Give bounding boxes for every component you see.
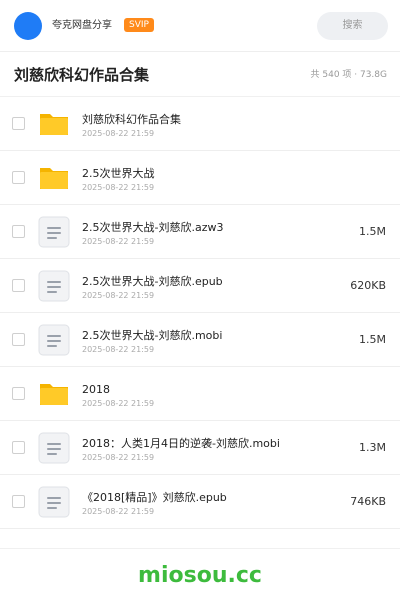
folder-row[interactable]: 2.5次世界大战 2025-08-22 21:59 [0, 151, 400, 205]
file-name: 2.5次世界大战-刘慈欣.epub [82, 275, 223, 288]
file-row[interactable]: 2.5次世界大战-刘慈欣.mobi 2025-08-22 21:59 1.5M [0, 313, 400, 367]
file-row[interactable]: 《2018[精品]》刘慈欣.epub 2025-08-22 21:59 746KB [0, 475, 400, 529]
page-title: 刘慈欣科幻作品合集 [14, 66, 150, 84]
row-checkbox[interactable] [12, 495, 25, 508]
file-name: 2.5次世界大战-刘慈欣.azw3 [82, 221, 224, 234]
search-button[interactable]: 搜索 [317, 12, 388, 40]
avatar[interactable] [14, 12, 42, 40]
document-icon [38, 216, 70, 248]
folder-row[interactable]: 刘慈欣科幻作品合集 2025-08-22 21:59 [0, 97, 400, 151]
file-date: 2025-08-22 21:59 [82, 237, 155, 246]
row-checkbox[interactable] [12, 441, 25, 454]
row-checkbox[interactable] [12, 117, 25, 130]
file-date: 2025-08-22 21:59 [82, 507, 155, 516]
top-bar: 夸克网盘分享 SVIP 搜索 [0, 0, 400, 52]
row-checkbox[interactable] [12, 387, 25, 400]
file-name: 刘慈欣科幻作品合集 [82, 113, 181, 126]
row-checkbox[interactable] [12, 279, 25, 292]
document-icon [38, 324, 70, 356]
folder-row[interactable]: 2018 2025-08-22 21:59 [0, 367, 400, 421]
document-icon [38, 270, 70, 302]
file-row[interactable]: 2.5次世界大战-刘慈欣.azw3 2025-08-22 21:59 1.5M [0, 205, 400, 259]
svip-badge: SVIP [124, 18, 154, 32]
file-date: 2025-08-22 21:59 [82, 129, 155, 138]
file-list: 刘慈欣科幻作品合集 2025-08-22 21:59 2.5次世界大战 2025-08… [0, 97, 400, 529]
file-name: 2.5次世界大战-刘慈欣.mobi [82, 329, 223, 342]
watermark-text: miosou.cc [138, 563, 262, 588]
file-date: 2025-08-22 21:59 [82, 453, 155, 462]
file-row[interactable]: 2.5次世界大战-刘慈欣.epub 2025-08-22 21:59 620KB [0, 259, 400, 313]
folder-header: 刘慈欣科幻作品合集 共 540 项 · 73.8G [0, 52, 400, 97]
file-size: 1.3M [359, 441, 386, 454]
file-name: 《2018[精品]》刘慈欣.epub [82, 491, 227, 504]
folder-icon [38, 378, 70, 410]
document-icon [38, 486, 70, 518]
file-date: 2025-08-22 21:59 [82, 345, 155, 354]
folder-icon [38, 108, 70, 140]
row-checkbox[interactable] [12, 171, 25, 184]
file-date: 2025-08-22 21:59 [82, 291, 155, 300]
folder-icon [38, 162, 70, 194]
document-icon [38, 432, 70, 464]
row-checkbox[interactable] [12, 333, 25, 346]
file-size: 1.5M [359, 225, 386, 238]
file-size: 746KB [350, 495, 386, 508]
item-summary: 共 540 项 · 73.8G [310, 70, 388, 80]
file-date: 2025-08-22 21:59 [82, 399, 155, 408]
file-size: 1.5M [359, 333, 386, 346]
footer: miosou.cc [0, 548, 400, 600]
file-name: 2018：人类1月4日的逆袭-刘慈欣.mobi [82, 437, 280, 450]
file-name: 2.5次世界大战 [82, 167, 155, 180]
file-name: 2018 [82, 383, 110, 396]
file-size: 620KB [350, 279, 386, 292]
brand-label: 夸克网盘分享 [52, 20, 112, 31]
file-row[interactable]: 2018：人类1月4日的逆袭-刘慈欣.mobi 2025-08-22 21:59 1… [0, 421, 400, 475]
row-checkbox[interactable] [12, 225, 25, 238]
file-date: 2025-08-22 21:59 [82, 183, 155, 192]
